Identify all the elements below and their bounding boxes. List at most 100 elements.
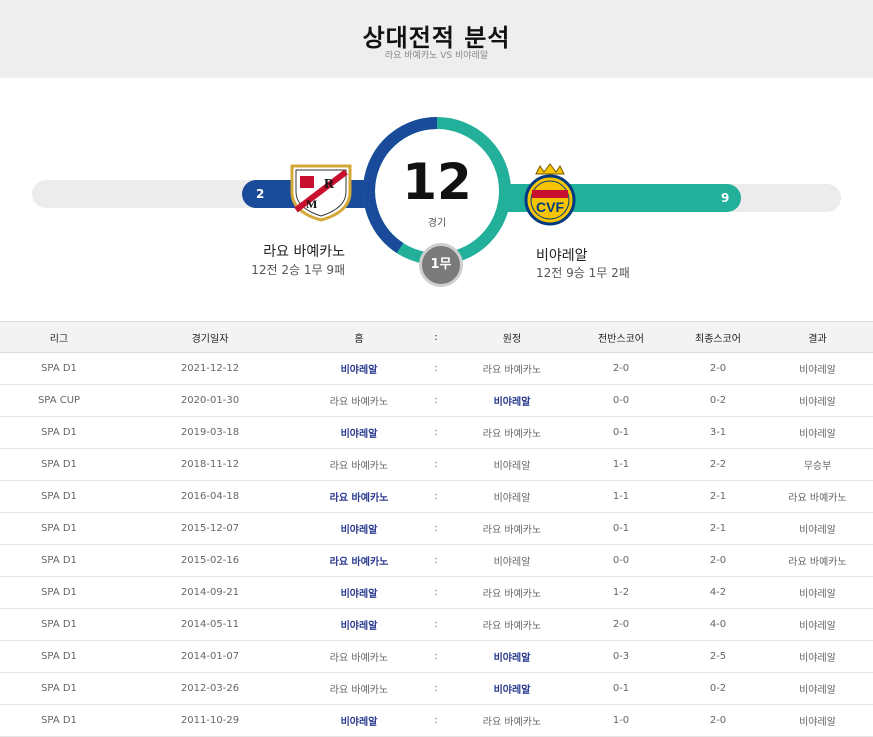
date-cell: 2015-02-16	[180, 555, 240, 566]
league-cell: SPA D1	[41, 491, 77, 502]
league-cell: SPA D1	[41, 619, 77, 630]
home-team-cell: 라요 바예카노	[329, 653, 389, 664]
table-row[interactable]: SPA D1 2014-05-11 비야레알: 라요 바예카노 2-0 4-0 비야레알	[0, 609, 873, 641]
date-cell: 2018-11-12	[180, 459, 240, 470]
table-row[interactable]: SPA D1 2014-09-21 비야레알: 라요 바예카노 1-2 4-2 비야레알	[0, 577, 873, 609]
table-row[interactable]: SPA D1 2012-03-26 라요 바예카노: 비야레알 0-1 0-2 비야레알	[0, 673, 873, 705]
home-team-cell: 비야레알	[340, 365, 378, 376]
separator-cell: :	[434, 363, 438, 374]
result-cell: 비야레알	[799, 653, 836, 664]
table-row[interactable]: SPA D1 2018-11-12 라요 바예카노: 비야레알 1-1 2-2 무승부	[0, 449, 873, 481]
col-home: 홈	[354, 333, 364, 345]
result-cell: 비야레알	[799, 397, 836, 408]
separator-cell: :	[434, 523, 438, 534]
home-wins-count: 2	[256, 187, 265, 201]
table-header: 리그 경기일자 홈 : 원정 전반스코어 최종스코어 결과	[0, 321, 873, 353]
result-cell: 라요 바예카노	[788, 493, 847, 504]
table-row[interactable]: SPA D1 2015-02-16 라요 바예카노: 비야레알 0-0 2-0 라요 바예카…	[0, 545, 873, 577]
away-team-cell: 라요 바예카노	[482, 429, 542, 440]
svg-text:R: R	[324, 177, 335, 192]
result-cell: 비야레알	[799, 685, 836, 696]
col-date: 경기일자	[191, 333, 229, 345]
date-cell: 2014-05-11	[180, 619, 240, 630]
away-team-cell: 비야레알	[493, 685, 531, 696]
final-score-cell: 2-0	[709, 715, 727, 726]
home-team-cell: 라요 바예카노	[329, 685, 389, 696]
away-team-cell: 라요 바예카노	[482, 365, 542, 376]
league-cell: SPA D1	[41, 715, 77, 726]
away-team-cell: 비야레알	[493, 653, 531, 664]
half-score-cell: 1-2	[612, 587, 630, 598]
match-history-table: 리그 경기일자 홈 : 원정 전반스코어 최종스코어 결과 SPA D1 2021…	[0, 321, 873, 737]
total-matches-label: 경기	[427, 218, 447, 229]
final-score-cell: 2-0	[709, 363, 727, 374]
home-team-cell: 비야레알	[340, 621, 378, 632]
separator-cell: :	[434, 587, 438, 598]
page-header: 상대전적 분석 라요 바예카노 VS 비야레알	[0, 0, 873, 78]
away-team-cell: 라요 바예카노	[482, 589, 542, 600]
home-team-cell: 비야레알	[340, 525, 378, 536]
table-row[interactable]: SPA D1 2011-10-29 비야레알: 라요 바예카노 1-0 2-0 비야레알	[0, 705, 873, 737]
league-cell: SPA D1	[41, 523, 77, 534]
half-score-cell: 0-1	[612, 683, 630, 694]
half-score-cell: 1-1	[612, 491, 630, 502]
col-away: 원정	[502, 333, 522, 345]
result-cell: 비야레알	[799, 429, 836, 440]
league-cell: SPA D1	[41, 683, 77, 694]
half-score-cell: 1-0	[612, 715, 630, 726]
home-team-cell: 비야레알	[340, 589, 378, 600]
final-score-cell: 2-5	[709, 651, 727, 662]
away-team-cell: 라요 바예카노	[482, 621, 542, 632]
date-cell: 2019-03-18	[180, 427, 240, 438]
table-row[interactable]: SPA D1 2016-04-18 라요 바예카노: 비야레알 1-1 2-1 라요 바예카…	[0, 481, 873, 513]
date-cell: 2011-10-29	[180, 715, 240, 726]
home-team-cell: 비야레알	[340, 429, 378, 440]
away-team-record: 12전 9승 1무 2패	[536, 266, 630, 280]
result-cell: 비야레알	[799, 525, 836, 536]
separator-cell: :	[434, 619, 438, 630]
away-team-cell: 비야레알	[493, 493, 531, 504]
col-final-score: 최종스코어	[695, 333, 741, 345]
away-team-cell: 라요 바예카노	[482, 525, 542, 536]
home-team-name: 라요 바예카노	[263, 244, 345, 260]
league-cell: SPA D1	[41, 363, 77, 374]
half-score-cell: 0-0	[612, 555, 630, 566]
league-cell: SPA CUP	[37, 395, 81, 406]
draws-badge: 1무	[419, 243, 463, 287]
separator-cell: :	[434, 427, 438, 438]
result-cell: 비야레알	[799, 717, 836, 728]
final-score-cell: 0-2	[709, 395, 727, 406]
separator-cell: :	[434, 459, 438, 470]
away-team-cell: 라요 바예카노	[482, 717, 542, 728]
league-cell: SPA D1	[41, 459, 77, 470]
home-team-cell: 비야레알	[340, 717, 378, 728]
result-cell: 비야레알	[799, 589, 836, 600]
villarreal-logo: CVF	[524, 163, 576, 226]
half-score-cell: 2-0	[612, 363, 630, 374]
table-row[interactable]: SPA CUP 2020-01-30 라요 바예카노: 비야레알 0-0 0-2 비야레알	[0, 385, 873, 417]
separator-cell: :	[434, 715, 438, 726]
table-row[interactable]: SPA D1 2019-03-18 비야레알: 라요 바예카노 0-1 3-1 비야레알	[0, 417, 873, 449]
half-score-cell: 0-0	[612, 395, 630, 406]
away-team-cell: 비야레알	[493, 461, 531, 472]
league-cell: SPA D1	[41, 427, 77, 438]
result-cell: 비야레알	[799, 365, 836, 376]
svg-text:CVF: CVF	[536, 199, 564, 215]
final-score-cell: 3-1	[709, 427, 727, 438]
head-to-head-summary: 2 9 R M 12 경기 1무 CVF 라요 바예카노 12전 2승 1무 9…	[0, 78, 873, 321]
total-matches: 12	[402, 153, 472, 211]
final-score-cell: 4-2	[709, 587, 727, 598]
col-half-score: 전반스코어	[598, 333, 644, 345]
home-team-cell: 라요 바예카노	[329, 397, 389, 408]
separator-cell: :	[434, 683, 438, 694]
col-league: 리그	[49, 333, 69, 345]
date-cell: 2015-12-07	[180, 523, 240, 534]
final-score-cell: 0-2	[709, 683, 727, 694]
result-cell: 라요 바예카노	[788, 557, 847, 568]
separator-cell: :	[434, 395, 438, 406]
half-score-cell: 2-0	[612, 619, 630, 630]
final-score-cell: 2-1	[709, 523, 727, 534]
table-row[interactable]: SPA D1 2015-12-07 비야레알: 라요 바예카노 0-1 2-1 비야레알	[0, 513, 873, 545]
table-row[interactable]: SPA D1 2014-01-07 라요 바예카노: 비야레알 0-3 2-5 비야레알	[0, 641, 873, 673]
table-row[interactable]: SPA D1 2021-12-12 비야레알: 라요 바예카노 2-0 2-0 비야레알	[0, 353, 873, 385]
